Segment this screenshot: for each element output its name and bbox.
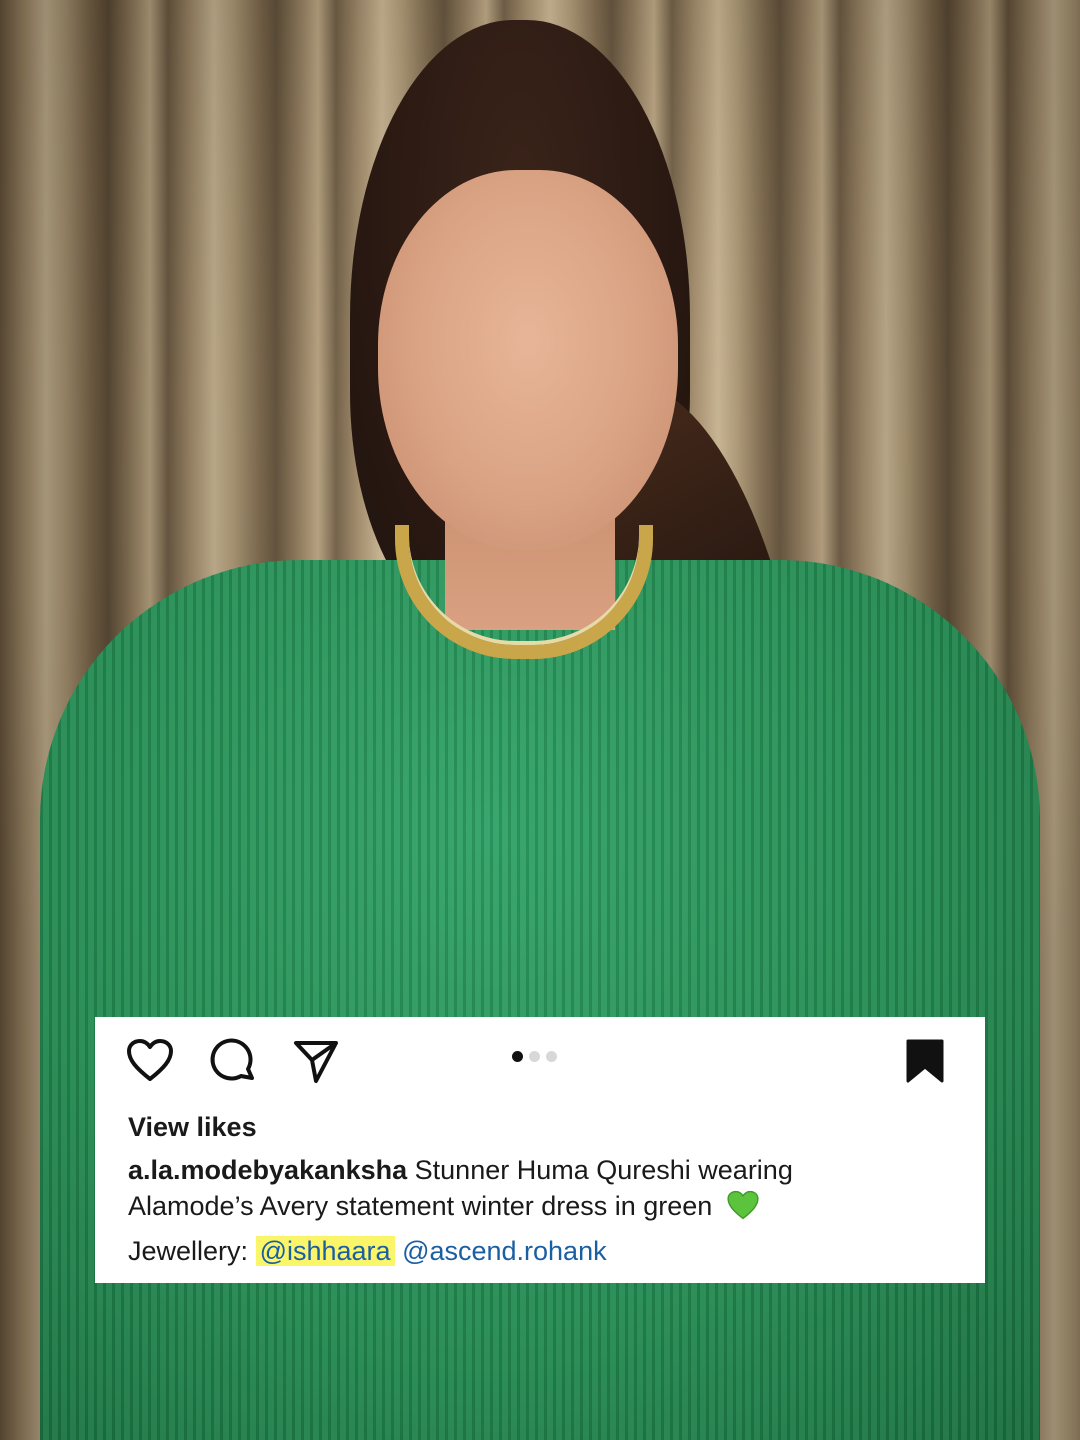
jewellery-credits: Jewellery: @ishhaara @ascend.rohank — [128, 1233, 607, 1269]
mention-ishhaara[interactable]: @ishhaara — [255, 1236, 395, 1266]
caption-text-line1: Stunner Huma Qureshi wearing — [414, 1155, 793, 1185]
green-sweater — [40, 560, 1040, 1440]
comment-bubble-icon[interactable] — [210, 1038, 258, 1086]
caption-text-line2: Alamode’s Avery statement winter dress i… — [128, 1191, 713, 1221]
heart-outline-icon[interactable] — [126, 1038, 174, 1082]
carousel-dot — [546, 1050, 557, 1062]
carousel-dot — [529, 1050, 540, 1062]
credits-label: Jewellery: — [128, 1236, 249, 1266]
face — [378, 170, 678, 550]
caption-username[interactable]: a.la.modebyakanksha — [128, 1155, 407, 1185]
view-likes-link[interactable]: View likes — [128, 1112, 257, 1143]
post-caption: a.la.modebyakanksha Stunner Huma Qureshi… — [128, 1152, 928, 1230]
send-paper-plane-icon[interactable] — [292, 1038, 340, 1084]
mention-ascend-rohank[interactable]: @ascend.rohank — [402, 1236, 607, 1266]
carousel-indicator — [512, 1050, 557, 1062]
bookmark-filled-icon[interactable] — [905, 1038, 945, 1084]
carousel-dot-active — [512, 1050, 523, 1062]
green-heart-emoji-icon — [726, 1189, 760, 1230]
